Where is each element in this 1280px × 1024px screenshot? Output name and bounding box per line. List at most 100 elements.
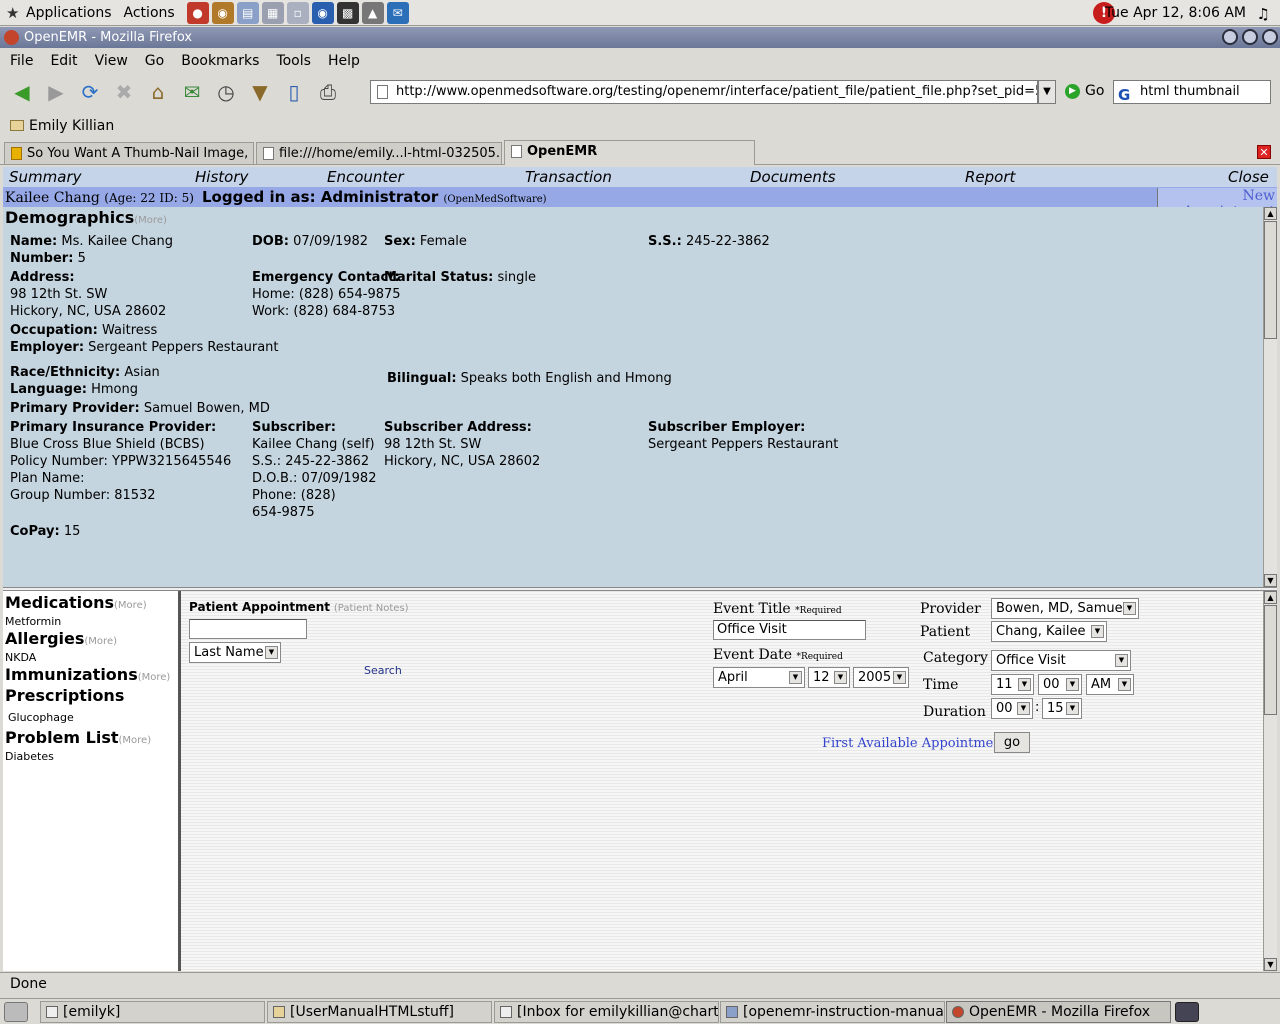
prescription-item: Glucophage xyxy=(8,711,74,724)
firefox-launcher-icon[interactable]: ◉ xyxy=(311,1,334,24)
label: Language: xyxy=(10,382,87,397)
back-icon[interactable]: ◀ xyxy=(8,78,36,106)
nav-history[interactable]: History xyxy=(195,168,248,186)
provider-select[interactable]: Bowen, MD, Samuel ▼ xyxy=(991,598,1139,619)
tab-thumbnail[interactable]: So You Want A Thumb-Nail Image, ... xyxy=(4,142,254,164)
month-select[interactable]: April ▼ xyxy=(713,667,805,688)
scroll-up-icon[interactable]: ▲ xyxy=(1264,207,1277,220)
hour-select[interactable]: 11 ▼ xyxy=(991,674,1034,695)
history-icon[interactable]: ◷ xyxy=(212,78,240,106)
nav-encounter[interactable]: Encounter xyxy=(327,168,404,186)
first-available-link[interactable]: First Available Appointment xyxy=(822,736,1007,751)
more-link[interactable]: (More) xyxy=(134,215,167,226)
group-number: Group Number: 81532 xyxy=(10,488,156,503)
year-select[interactable]: 2005 ▼ xyxy=(853,667,909,688)
stop-icon[interactable]: ✖ xyxy=(110,78,138,106)
menu-help[interactable]: Help xyxy=(328,53,360,69)
scroll-up-icon[interactable]: ▲ xyxy=(1264,591,1277,604)
gnome-foot-icon[interactable]: ★ xyxy=(6,5,22,21)
select-value: AM xyxy=(1091,677,1112,692)
task-folder[interactable]: [UserManualHTMLstuff] xyxy=(267,1001,492,1023)
patient-notes-link[interactable]: (Patient Notes) xyxy=(334,603,409,614)
document-launcher-icon[interactable]: ▤ xyxy=(236,1,259,24)
day-select[interactable]: 12 ▼ xyxy=(808,667,850,688)
menu-bookmarks[interactable]: Bookmarks xyxy=(181,53,259,69)
close-window-icon[interactable] xyxy=(1262,29,1278,45)
url-bar[interactable]: http://www.openmedsoftware.org/testing/o… xyxy=(370,80,1038,104)
clock[interactable]: Tue Apr 12, 8:06 AM xyxy=(1105,5,1246,21)
url-dropdown-icon[interactable]: ▼ xyxy=(1038,80,1056,104)
go-appointment-button[interactable]: go xyxy=(994,732,1030,753)
tab-file[interactable]: file:///home/emily...l-html-032505.html xyxy=(256,142,502,164)
more-link[interactable]: (More) xyxy=(119,735,152,746)
firefox-icon xyxy=(952,1006,964,1018)
launcher-icon[interactable]: ◉ xyxy=(211,1,234,24)
minimize-icon[interactable] xyxy=(1222,29,1238,45)
task-inbox[interactable]: [Inbox for emilykillian@charter.net xyxy=(494,1001,719,1023)
search-by-select[interactable]: Last Name ▼ xyxy=(189,642,281,663)
presentation-launcher-icon[interactable]: ▫ xyxy=(286,1,309,24)
scroll-down-icon[interactable]: ▼ xyxy=(1264,958,1277,971)
download-icon[interactable]: ▼ xyxy=(246,78,274,106)
demographics-scrollbar[interactable]: ▲ ▼ xyxy=(1263,207,1277,587)
more-link[interactable]: (More) xyxy=(114,600,147,611)
tab-openemr[interactable]: OpenEMR xyxy=(504,140,755,165)
duration-hours-select[interactable]: 00 ▼ xyxy=(991,698,1033,719)
emergency-home: Home: (828) 654-9875 xyxy=(252,287,401,302)
forward-icon[interactable]: ▶ xyxy=(42,78,70,106)
task-home-folder[interactable]: [emilyk] xyxy=(40,1001,265,1023)
ampm-select[interactable]: AM ▼ xyxy=(1086,674,1134,695)
nav-documents[interactable]: Documents xyxy=(750,168,836,186)
scroll-thumb[interactable] xyxy=(1264,221,1277,339)
maximize-icon[interactable] xyxy=(1242,29,1258,45)
task-manual[interactable]: [openemr-instruction-manual-html-( xyxy=(720,1001,945,1023)
search-box[interactable]: Ghtml thumbnail xyxy=(1113,80,1271,104)
actions-menu[interactable]: Actions xyxy=(124,5,175,21)
applications-menu[interactable]: Applications xyxy=(26,5,112,21)
spreadsheet-launcher-icon[interactable]: ▦ xyxy=(261,1,284,24)
bookmarks-icon[interactable]: ▯ xyxy=(280,78,308,106)
event-title-input[interactable]: Office Visit xyxy=(713,620,866,640)
thunderbird-launcher-icon[interactable]: ✉ xyxy=(386,1,409,24)
go-button[interactable]: ▶ Go xyxy=(1065,83,1104,99)
more-link[interactable]: (More) xyxy=(138,672,171,683)
patient-search-input[interactable] xyxy=(189,619,307,639)
home-icon[interactable]: ⌂ xyxy=(144,78,172,106)
menu-go[interactable]: Go xyxy=(145,53,164,69)
workspace-switcher-icon[interactable] xyxy=(1175,1002,1199,1022)
menu-file[interactable]: File xyxy=(10,53,33,69)
menu-edit[interactable]: Edit xyxy=(50,53,77,69)
demographics-title: Demographics xyxy=(5,208,135,227)
reload-icon[interactable]: ⟳ xyxy=(76,78,104,106)
show-desktop-icon[interactable] xyxy=(4,1002,28,1022)
launcher-icon[interactable]: ● xyxy=(186,1,209,24)
duration-minutes-select[interactable]: 15 ▼ xyxy=(1042,698,1082,719)
task-firefox[interactable]: OpenEMR - Mozilla Firefox xyxy=(946,1001,1171,1023)
lower-scrollbar[interactable]: ▲ ▼ xyxy=(1263,591,1277,971)
page-icon xyxy=(511,145,522,158)
search-link[interactable]: Search xyxy=(364,664,402,677)
close-tab-icon[interactable]: ✕ xyxy=(1257,145,1271,159)
nav-summary[interactable]: Summary xyxy=(9,168,82,186)
menu-tools[interactable]: Tools xyxy=(276,53,311,69)
page-icon xyxy=(263,147,274,160)
scroll-thumb[interactable] xyxy=(1264,605,1277,715)
bookmark-folder[interactable]: Emily Killian xyxy=(29,118,114,134)
nav-close[interactable]: Close xyxy=(1228,168,1269,186)
category-select[interactable]: Office Visit ▼ xyxy=(991,650,1131,671)
more-link[interactable]: (More) xyxy=(84,636,117,647)
new-tab-icon[interactable]: ✉ xyxy=(178,78,206,106)
nav-report[interactable]: Report xyxy=(965,168,1015,186)
volume-icon[interactable]: ♫ xyxy=(1257,5,1270,23)
gimp-launcher-icon[interactable]: ▲ xyxy=(361,1,384,24)
menu-view[interactable]: View xyxy=(95,53,128,69)
terminal-launcher-icon[interactable]: ▩ xyxy=(336,1,359,24)
minute-select[interactable]: 00 ▼ xyxy=(1038,674,1082,695)
patient-select[interactable]: Chang, Kailee ▼ xyxy=(991,621,1107,642)
print-icon[interactable]: ⎙ xyxy=(314,78,342,106)
window-titlebar[interactable]: OpenEMR - Mozilla Firefox xyxy=(0,27,1280,48)
nav-transaction[interactable]: Transaction xyxy=(525,168,612,186)
new-appointment-link[interactable]: New Appointment xyxy=(1157,188,1277,220)
dropdown-arrow-icon: ▼ xyxy=(893,671,906,684)
scroll-down-icon[interactable]: ▼ xyxy=(1264,574,1277,587)
